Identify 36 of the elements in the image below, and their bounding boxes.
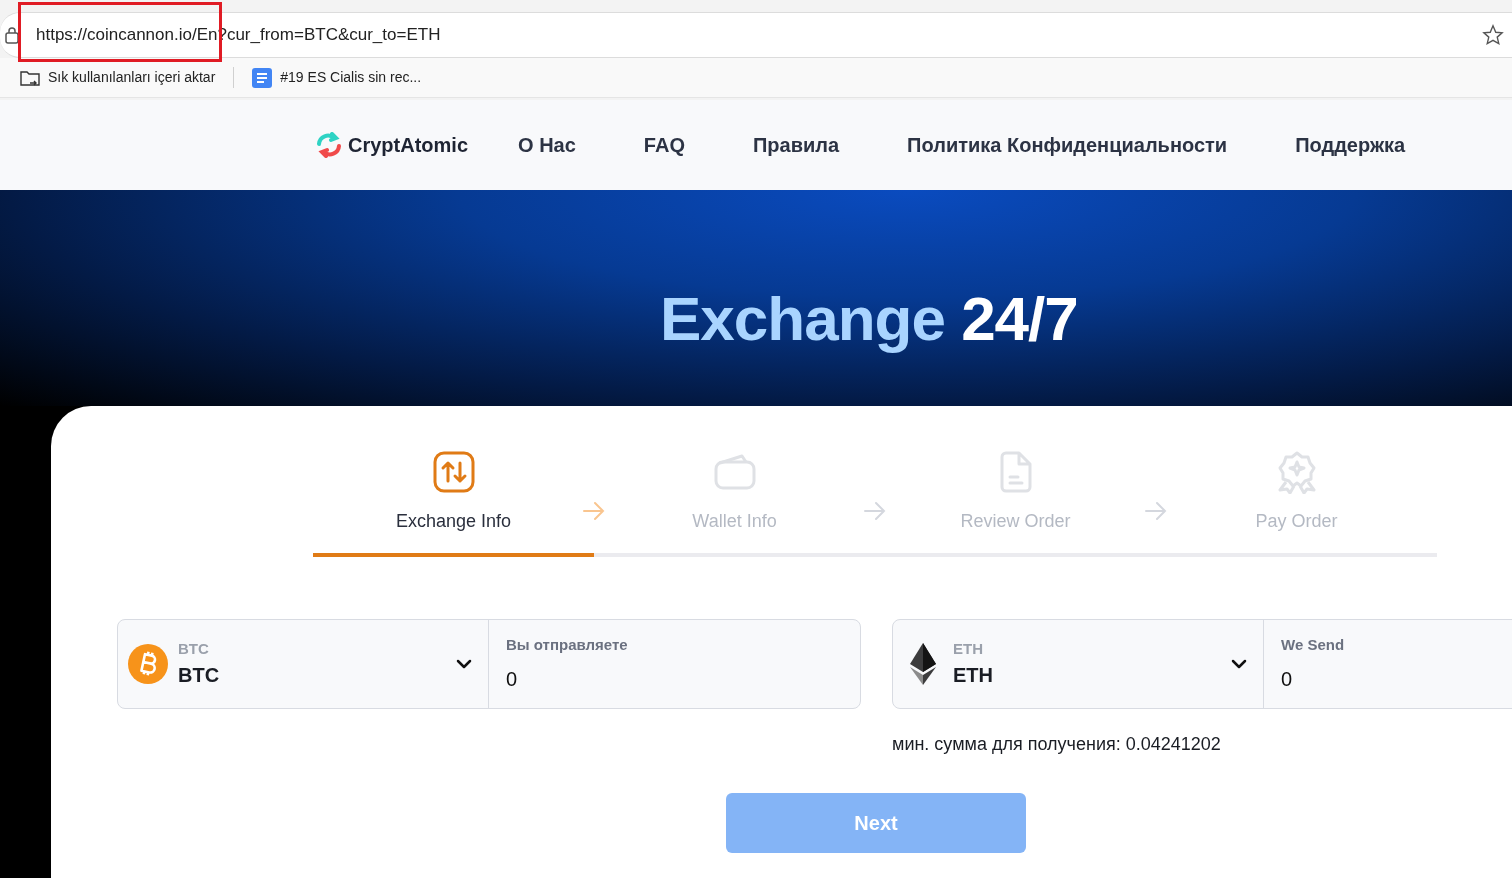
bookmark-link[interactable]: #19 ES Cialis sin rec... [280,67,422,88]
logo-icon[interactable] [316,132,342,158]
wallet-icon [713,454,756,490]
bookmark-link[interactable]: Sık kullanılanları içeri aktar [48,67,216,88]
amount-label: Вы отправляете [506,634,629,655]
currency-name: BTC [178,663,221,689]
arrow-icon [863,501,887,521]
nav-link[interactable]: FAQ [643,130,685,160]
amount-input[interactable]: 0 [1281,664,1512,695]
nav-link[interactable]: О Нас [518,130,576,160]
lock-icon[interactable] [4,26,20,44]
step-label[interactable]: Exchange Info [395,508,512,535]
amount-input[interactable]: 0 [506,664,806,695]
hero-title: Exchange 24/7 [660,282,1078,355]
currency-select[interactable]: ETH ETH [893,620,1264,708]
currency-name: ETH [953,663,994,689]
star-icon[interactable] [1482,24,1504,46]
arrows-icon [432,451,475,493]
ethereum-icon [910,643,936,685]
nav-link[interactable]: Правила [752,130,840,160]
nav-link[interactable]: Политика Конфиденциальности [907,130,1228,160]
currency-select[interactable]: BTC BTC [118,620,489,708]
amount-label: We Send [1281,634,1346,655]
bitcoin-icon [128,644,168,684]
currency-code: BTC [178,638,210,659]
chevron-down-icon [1231,659,1247,669]
min-amount-note: мин. сумма для получения: 0.04241202 [892,733,1222,756]
arrow-icon [1144,501,1168,521]
arrow-icon [582,501,606,521]
nav-link[interactable]: Поддержка [1295,130,1406,160]
chevron-down-icon [456,659,472,669]
currency-code: ETH [953,638,984,659]
document-icon [999,451,1032,493]
folder-icon [20,68,40,87]
document-icon [252,67,273,88]
brand-name[interactable]: CryptAtomic [348,130,468,160]
